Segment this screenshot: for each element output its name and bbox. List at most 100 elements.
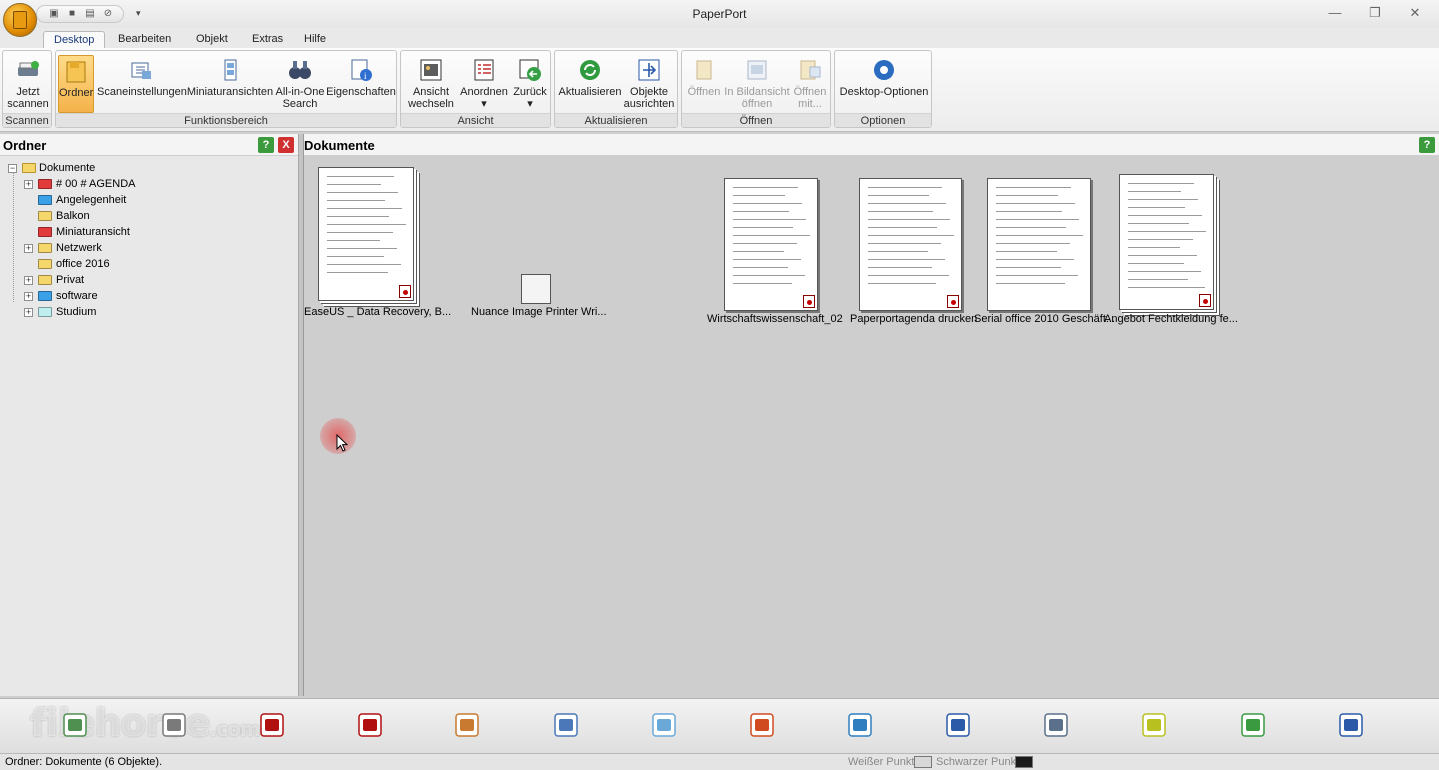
switch-view-button[interactable]: Ansicht wechseln ▾ xyxy=(404,55,458,122)
tree-expander[interactable]: − xyxy=(8,164,17,173)
document-pane-header: Dokumente ? xyxy=(304,134,1439,156)
paint-palette-icon[interactable] xyxy=(453,711,481,739)
page-text-line xyxy=(1128,183,1194,184)
binoculars-icon xyxy=(287,57,313,83)
document-thumbnail[interactable] xyxy=(1119,174,1214,310)
page-text-line xyxy=(996,251,1057,252)
page-text-line xyxy=(733,219,806,220)
page-text-line xyxy=(1128,271,1201,272)
tree-item[interactable]: + Netzwerk xyxy=(0,240,298,256)
globe-icon[interactable] xyxy=(846,711,874,739)
document-thumbnail[interactable] xyxy=(859,178,962,311)
ftp-icon[interactable] xyxy=(944,711,972,739)
page-text-line xyxy=(1128,279,1188,280)
desktop-options-icon xyxy=(871,57,897,83)
document-caption[interactable]: Paperportagenda drucken xyxy=(850,313,977,325)
thumbnails-button[interactable]: Miniaturansichten xyxy=(186,55,274,113)
document-caption[interactable]: Wirtschaftswissenschaft_02 xyxy=(707,313,843,325)
tree-item[interactable]: + Privat xyxy=(0,272,298,288)
tree-expander[interactable]: + xyxy=(24,292,33,301)
title-bar: ▣ ■ ▤ ⊘ ▾ PaperPort — ❐ ✕ xyxy=(0,0,1439,37)
status-text: Ordner: Dokumente (6 Objekte). xyxy=(5,756,163,768)
page-text-line xyxy=(733,267,788,268)
page-text-line xyxy=(996,195,1058,196)
tree-expander[interactable]: + xyxy=(24,244,33,253)
tree-item[interactable]: Angelegenheit xyxy=(0,192,298,208)
ordner-button[interactable]: Ordner xyxy=(58,55,94,113)
tab-bearbeiten[interactable]: Bearbeiten xyxy=(108,31,181,49)
scan-settings-button[interactable]: Scaneinstellungen xyxy=(97,55,187,113)
black-point-swatch[interactable] xyxy=(1015,756,1033,768)
tab-hilfe[interactable]: Hilfe xyxy=(294,31,336,49)
scan-now-label: Jetzt xyxy=(16,86,40,98)
folder-close-button[interactable]: X xyxy=(278,137,294,153)
align-objects-button[interactable]: Objekte ausrichten xyxy=(623,55,675,113)
pdf-badge-icon xyxy=(399,285,411,298)
all-in-one-search-label: All-in-One xyxy=(275,86,325,98)
document-caption[interactable]: EaseUS _ Data Recovery, B... xyxy=(304,306,451,318)
group-label-ansicht: Ansicht xyxy=(401,113,550,127)
tab-extras[interactable]: Extras xyxy=(242,31,293,49)
printer-icon[interactable] xyxy=(1042,711,1070,739)
close-button[interactable]: ✕ xyxy=(1405,5,1425,21)
restore-button[interactable]: ❐ xyxy=(1365,5,1385,21)
hexagon-app-icon[interactable] xyxy=(1140,711,1168,739)
open-with-button[interactable]: Öffnen mit... xyxy=(790,55,830,113)
tree-item[interactable]: office 2016 xyxy=(0,256,298,272)
tree-expander[interactable]: + xyxy=(24,180,33,189)
document-thumbnail[interactable] xyxy=(724,178,818,311)
black-point-label: Schwarzer Punkt xyxy=(936,756,1020,768)
folder-icon xyxy=(38,243,52,253)
tree-item[interactable]: + # 00 # AGENDA xyxy=(0,176,298,192)
open-icon xyxy=(691,57,717,83)
scan-now-button[interactable]: Jetzt scannen xyxy=(5,55,51,113)
document-caption[interactable]: Nuance Image Printer Wri... xyxy=(471,306,607,318)
app-menu-button[interactable] xyxy=(3,3,37,37)
arrange-button[interactable]: Anordnen ▾ xyxy=(459,55,509,113)
page-text-line xyxy=(327,272,388,273)
page-text-line xyxy=(996,211,1062,212)
document-caption[interactable]: Serial office 2010 Geschäft... xyxy=(974,313,1115,325)
group-ansicht: Ansicht wechseln ▾ Anordnen ▾ Zurück ▾ A… xyxy=(400,50,551,128)
open-image-view-button[interactable]: In Bildansicht öffnen xyxy=(724,55,790,113)
white-point-swatch[interactable] xyxy=(914,756,932,768)
tree-expander[interactable]: + xyxy=(24,276,33,285)
scan-now-label-2: scannen xyxy=(7,98,49,110)
refresh-button[interactable]: Aktualisieren xyxy=(558,55,622,113)
document-caption[interactable]: Angebot Fechtkleidung fe... xyxy=(1104,313,1238,325)
text-document-icon[interactable] xyxy=(552,711,580,739)
tree-item-dokumente[interactable]: − Dokumente xyxy=(0,160,298,176)
notepad-icon[interactable] xyxy=(650,711,678,739)
file-icon[interactable] xyxy=(521,274,551,304)
tree-item[interactable]: Miniaturansicht xyxy=(0,224,298,240)
document-thumbnail[interactable] xyxy=(318,167,414,301)
open-button[interactable]: Öffnen xyxy=(684,55,724,113)
page-text-line xyxy=(733,195,785,196)
document-help-button[interactable]: ? xyxy=(1419,137,1435,153)
powerpoint-icon[interactable] xyxy=(748,711,776,739)
page-text-line xyxy=(327,256,384,257)
tree-item[interactable]: + Studium xyxy=(0,304,298,320)
desktop-options-button[interactable]: Desktop-Optionen xyxy=(837,55,931,113)
image-converter-icon[interactable] xyxy=(1337,711,1365,739)
tab-desktop[interactable]: Desktop xyxy=(43,31,106,49)
minimize-button[interactable]: — xyxy=(1325,5,1345,20)
tab-objekt[interactable]: Objekt xyxy=(186,31,238,49)
recycle-bin-icon[interactable] xyxy=(1239,711,1267,739)
page-text-line xyxy=(1128,199,1198,200)
tree-item[interactable]: + software xyxy=(0,288,298,304)
document-thumbnail[interactable] xyxy=(987,178,1091,311)
properties-button[interactable]: i Eigenschaften xyxy=(326,55,396,113)
back-icon xyxy=(517,57,543,83)
folder-help-button[interactable]: ? xyxy=(258,137,274,153)
adobe-reader-icon[interactable] xyxy=(356,711,384,739)
all-in-one-search-button[interactable]: All-in-One Search xyxy=(274,55,326,113)
scanner-app-icon[interactable] xyxy=(61,711,89,739)
tree-item[interactable]: Balkon xyxy=(0,208,298,224)
back-button[interactable]: Zurück ▾ xyxy=(511,55,549,113)
adobe-pdf-icon[interactable] xyxy=(258,711,286,739)
tree-expander[interactable]: + xyxy=(24,308,33,317)
page-text-line xyxy=(733,259,801,260)
app-logo-icon xyxy=(13,11,27,29)
satellite-dish-icon[interactable] xyxy=(160,711,188,739)
